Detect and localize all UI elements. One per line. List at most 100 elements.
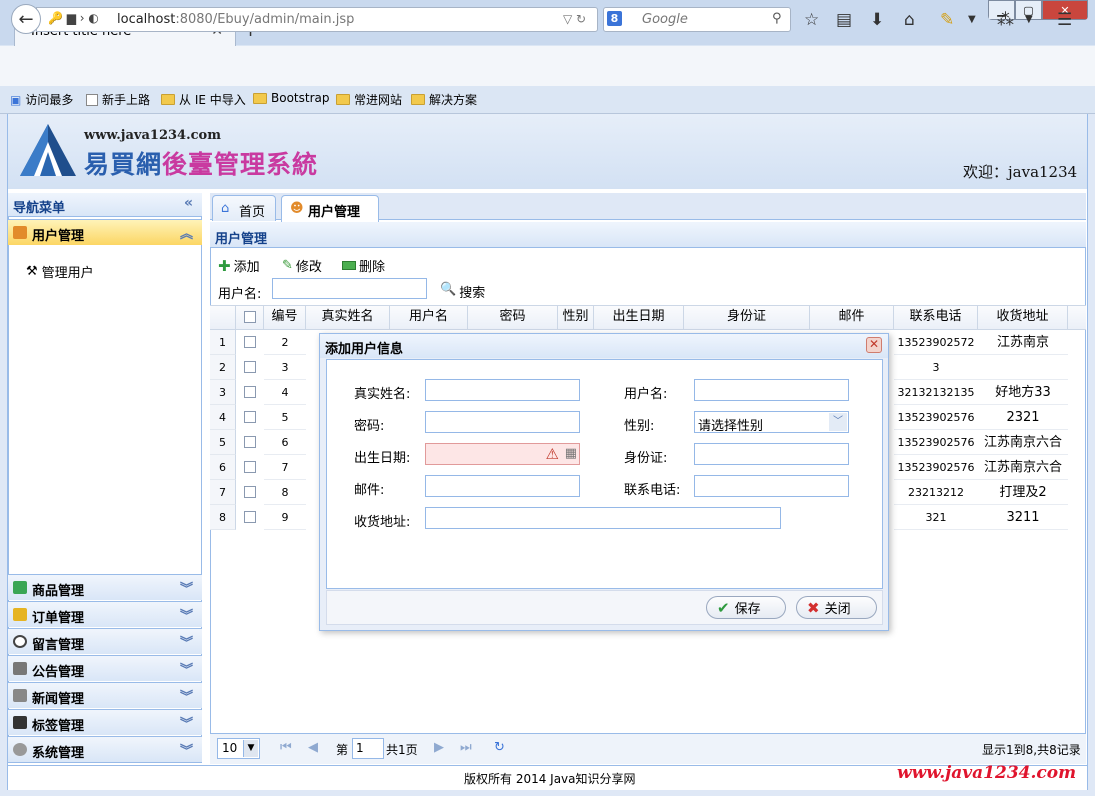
search-input[interactable]: Google — [603, 7, 791, 32]
search-icon[interactable]: ⚲ — [772, 11, 782, 26]
reload-icon[interactable]: ▽ ↻ — [563, 12, 586, 26]
nav-section-system[interactable]: 系统管理 ︾ — [8, 736, 202, 762]
birthday-label: 出生日期: — [354, 451, 411, 466]
bookmark-item[interactable]: 解决方案 — [411, 91, 477, 108]
tab-user-management[interactable]: ☻用户管理✕ — [281, 195, 379, 234]
column-header[interactable]: 邮件 — [810, 305, 894, 330]
extension-icon[interactable]: ⁂ — [997, 10, 1014, 30]
dropdown-icon[interactable]: ▼ — [1025, 14, 1033, 25]
row-checkbox[interactable] — [244, 486, 256, 498]
dialog-close-icon[interactable]: ✕ — [866, 337, 882, 353]
row-number: 8 — [210, 505, 236, 530]
row-checkbox[interactable] — [244, 386, 256, 398]
id-card-field[interactable] — [694, 443, 849, 465]
nav-header: 导航菜单 « — [8, 193, 202, 217]
birthday-field[interactable]: ⚠ ▦ — [425, 443, 580, 465]
tab-home[interactable]: ⌂ 首页 — [212, 195, 276, 221]
nav-section-tags[interactable]: 标签管理 ︾ — [8, 709, 202, 735]
password-field[interactable] — [425, 411, 580, 433]
cell-phone: 13523902572 — [894, 330, 978, 355]
row-checkbox[interactable] — [244, 361, 256, 373]
calendar-icon[interactable]: ▦ — [565, 446, 577, 461]
column-header[interactable]: 身份证 — [684, 305, 810, 330]
close-button[interactable]: ✖ 关闭 — [796, 596, 877, 619]
nav-section-orders[interactable]: 订单管理 ︾ — [8, 601, 202, 627]
row-number: 5 — [210, 430, 236, 455]
email-field[interactable] — [425, 475, 580, 497]
news-icon — [13, 689, 27, 702]
addon-icon[interactable]: ✎ — [940, 10, 954, 30]
bookmark-list-icon[interactable]: ▤ — [836, 10, 852, 30]
nav-section-messages[interactable]: 留言管理 ︾ — [8, 628, 202, 654]
download-icon[interactable]: ⬇ — [870, 10, 884, 30]
row-checkbox[interactable] — [244, 511, 256, 523]
last-page-icon[interactable]: ⏭ — [460, 740, 472, 755]
bookmark-item[interactable]: 常进网站 — [336, 91, 402, 108]
row-checkbox[interactable] — [244, 461, 256, 473]
orders-icon — [13, 608, 27, 621]
collapse-icon[interactable]: « — [184, 195, 193, 211]
nav-section-users[interactable]: 用户管理 ︽ — [8, 219, 202, 245]
dialog-title: 添加用户信息 — [320, 334, 888, 358]
column-header[interactable]: 密码 — [468, 305, 558, 330]
next-page-icon[interactable]: ▶ — [434, 740, 444, 755]
nav-section-news[interactable]: 新闻管理 ︾ — [8, 682, 202, 708]
add-button[interactable]: ✚ 添加 — [218, 256, 260, 276]
bookmark-item[interactable]: Bootstrap — [253, 91, 329, 105]
select-all-checkbox[interactable] — [244, 311, 256, 323]
row-checkbox[interactable] — [244, 336, 256, 348]
panel-title: 用户管理 — [210, 222, 1086, 248]
row-checkbox[interactable] — [244, 436, 256, 448]
chevron-down-icon: ︾ — [179, 582, 193, 597]
true-name-field[interactable] — [425, 379, 580, 401]
email-label: 邮件: — [354, 483, 385, 498]
search-button[interactable]: 🔍 搜索 — [440, 282, 485, 301]
bookmark-icon: ▣ — [10, 92, 22, 107]
delete-button[interactable]: 删除 — [342, 256, 385, 275]
cell-id: 8 — [264, 480, 306, 505]
home-icon[interactable]: ⌂ — [904, 10, 915, 30]
nav-item-manage-users[interactable]: ⚒ 管理用户 — [26, 262, 94, 281]
address-field[interactable] — [425, 507, 781, 529]
google-icon[interactable]: 8 — [607, 11, 622, 26]
save-button[interactable]: ✔ 保存 — [706, 596, 786, 619]
bookmark-item[interactable]: 新手上路 — [86, 91, 150, 108]
column-header[interactable]: 编号 — [264, 305, 306, 330]
cell-phone: 32132132135 — [894, 380, 978, 405]
row-checkbox[interactable] — [244, 411, 256, 423]
row-number: 1 — [210, 330, 236, 355]
bookmark-item[interactable]: 从 IE 中导入 — [161, 91, 246, 108]
prev-page-icon[interactable]: ◀ — [308, 740, 318, 755]
nav-section-notices[interactable]: 公告管理 ︾ — [8, 655, 202, 681]
first-page-icon[interactable]: ⏮ — [280, 740, 292, 755]
bookmark-star-icon[interactable]: ☆ — [804, 10, 819, 30]
dropdown-icon[interactable]: ▼ — [968, 14, 976, 25]
refresh-icon[interactable]: ↻ — [494, 740, 505, 755]
page-number-input[interactable]: 1 — [352, 738, 384, 759]
column-header[interactable]: 用户名 — [390, 305, 468, 330]
chevron-down-icon: ︾ — [179, 744, 193, 759]
cell-phone: 13523902576 — [894, 405, 978, 430]
password-label: 密码: — [354, 419, 385, 434]
username-search-input[interactable] — [272, 278, 427, 299]
menu-icon[interactable]: ☰ — [1057, 10, 1072, 30]
page-size-select[interactable]: 10 ▼ — [217, 738, 260, 759]
nav-section-products[interactable]: 商品管理 ︾ — [8, 574, 202, 600]
folder-icon — [411, 94, 425, 105]
url-path: :8080/Ebuy/admin/main.jsp — [175, 12, 355, 27]
column-header[interactable]: 性别 — [558, 305, 594, 330]
column-header[interactable]: 联系电话 — [894, 305, 978, 330]
gender-select[interactable]: 请选择性别 ﹀ — [694, 411, 849, 434]
identity-icons[interactable]: 🔑 ▆ › ◐ — [48, 11, 99, 25]
user-name-field[interactable] — [694, 379, 849, 401]
edit-button[interactable]: ✎ 修改 — [282, 256, 322, 275]
notice-icon — [13, 662, 27, 675]
url-bar[interactable]: localhost:8080/Ebuy/admin/main.jsp — [36, 7, 598, 32]
column-header[interactable]: 收货地址 — [978, 305, 1068, 330]
home-icon: ⌂ — [221, 201, 230, 216]
column-header[interactable]: 出生日期 — [594, 305, 684, 330]
phone-field[interactable] — [694, 475, 849, 497]
bookmark-item[interactable]: ▣ 访问最多 — [10, 91, 73, 108]
back-button[interactable]: ← — [11, 4, 41, 34]
column-header[interactable]: 真实姓名 — [306, 305, 390, 330]
